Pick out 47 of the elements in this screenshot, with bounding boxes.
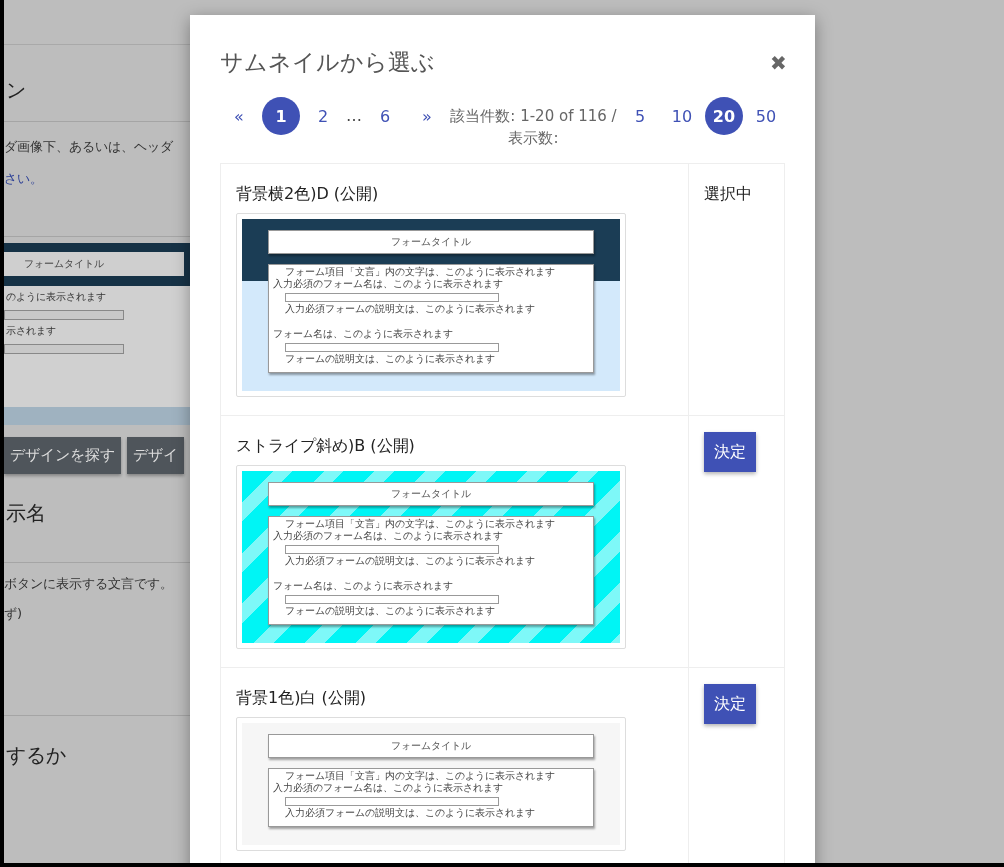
preview-note: フォーム項目「文言」内の文字は、このように表示されます	[284, 518, 556, 529]
design-button[interactable]: デザインを探す	[4, 437, 121, 474]
link-text[interactable]: さい。	[4, 156, 190, 236]
page-link[interactable]: 2	[304, 97, 342, 135]
preview-field-label: 入力必須のフォーム名は、このように表示されます	[273, 278, 504, 289]
page-size-link[interactable]: 20	[705, 97, 743, 135]
design-name: ストライプ斜め)B (公開)	[236, 436, 416, 457]
preview-text: のように表示されます	[5, 290, 107, 304]
page-size-link[interactable]: 5	[621, 97, 659, 135]
section-heading: ン	[5, 77, 27, 104]
preview-note: フォーム項目「文言」内の文字は、このように表示されます	[284, 770, 556, 781]
description-text: ボタンに表示する文言です。	[4, 575, 174, 593]
next-page-link[interactable]: »	[408, 97, 446, 135]
preview-field-help: 入力必須フォームの説明文は、このように表示されます	[284, 555, 536, 566]
preview-field-label: 入力必須のフォーム名は、このように表示されます	[273, 782, 504, 793]
page-link[interactable]: 1	[262, 97, 300, 135]
page-size-link[interactable]: 50	[747, 97, 785, 135]
decide-button[interactable]: 決定	[704, 432, 756, 472]
preview-field-help: 入力必須フォームの説明文は、このように表示されます	[284, 303, 536, 314]
design-button[interactable]: デザイ	[127, 437, 184, 474]
note-text: ず)	[4, 605, 24, 623]
result-count: 該当件数: 1-20 of 116 / 表示数:	[450, 106, 617, 149]
section-heading: 示名	[5, 500, 47, 527]
page-link[interactable]: 6	[366, 97, 404, 135]
preview-form-title: フォームタイトル	[268, 482, 594, 506]
preview-field-help: 入力必須フォームの説明文は、このように表示されます	[284, 807, 536, 818]
preview-form-title: フォームタイトル	[4, 252, 184, 276]
decide-button[interactable]: 決定	[704, 684, 756, 724]
design-name: 背景横2色)D (公開)	[236, 184, 380, 205]
modal-title: サムネイルから選ぶ	[220, 48, 435, 77]
selected-status: 選択中	[704, 183, 753, 205]
preview-note: フォーム項目「文言」内の文字は、このように表示されます	[284, 266, 556, 277]
preview-form-title: フォームタイトル	[268, 734, 594, 758]
description-text: ダ画像下、あるいは、ヘッダ	[4, 138, 174, 156]
pagination-ellipsis: …	[346, 105, 362, 127]
preview-form-title: フォームタイトル	[268, 230, 594, 254]
page-size-link[interactable]: 10	[663, 97, 701, 135]
preview-text: 示されます	[5, 324, 57, 338]
close-button[interactable]: ✖	[770, 50, 787, 75]
section-heading: するか	[5, 742, 67, 769]
preview-field-label: フォーム名は、このように表示されます	[273, 328, 454, 339]
preview-field-label: フォーム名は、このように表示されます	[273, 580, 454, 591]
previous-page-link[interactable]: «	[220, 97, 258, 135]
design-name: 背景1色)白 (公開)	[236, 688, 367, 709]
preview-field-label: 入力必須のフォーム名は、このように表示されます	[273, 530, 504, 541]
preview-field-help: フォームの説明文は、このように表示されます	[284, 605, 496, 616]
preview-field-help: フォームの説明文は、このように表示されます	[284, 353, 496, 364]
